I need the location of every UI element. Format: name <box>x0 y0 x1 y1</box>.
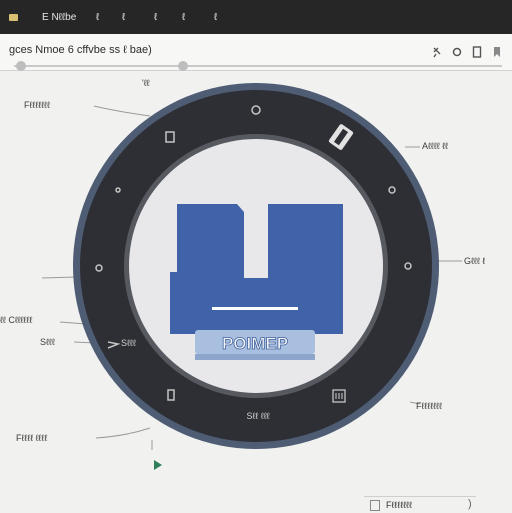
callout-left-2: ℓℓ Cℓℓℓℓℓℓ <box>0 315 33 325</box>
diagram-canvas: POIMEP Sℓℓ ℓℓℓ Sℓℓℓ <box>41 83 462 470</box>
footer-close-paren: ) <box>468 498 472 510</box>
logo-underline <box>212 307 298 310</box>
header-label: 'ℓℓ <box>142 78 150 88</box>
callout-left-4: Fℓℓℓℓ ℓℓℓℓ <box>16 433 48 443</box>
ring-caption-left: Sℓℓℓ <box>121 338 137 348</box>
callout-right-2: Gℓℓℓ ℓ <box>464 256 486 266</box>
callout-left-3: Sℓℓℓ <box>40 337 55 347</box>
footer-label: Fℓℓℓℓℓℓℓ <box>386 500 412 510</box>
dial-inner-caption: Sℓℓ ℓℓℓ <box>246 411 270 421</box>
callout-left-1: Fℓℓℓℓℓℓℓ <box>24 100 50 110</box>
footer-icon[interactable] <box>370 500 380 511</box>
dial-label: POIMEP <box>222 334 288 353</box>
callout-right-3: Fℓℓℓℓℓℓℓ <box>416 401 442 411</box>
cursor-icon <box>154 460 162 470</box>
callout-right-1: Aℓℓℓℓ ℓℓ <box>422 141 448 151</box>
footer-bar: Fℓℓℓℓℓℓℓ ) <box>364 496 476 513</box>
